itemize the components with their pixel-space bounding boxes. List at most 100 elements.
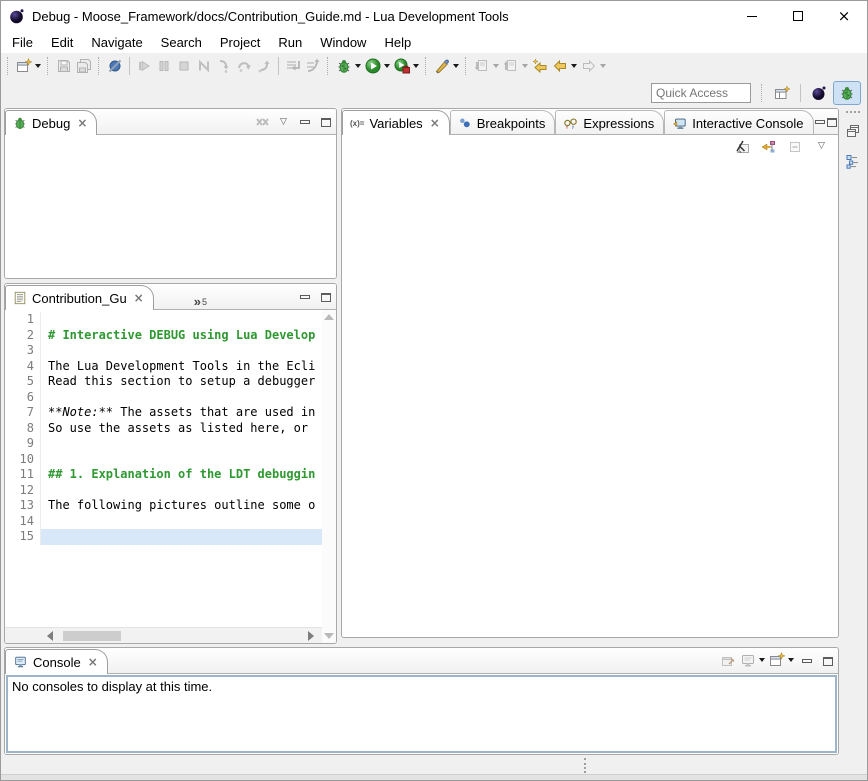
forward-dropdown[interactable] <box>600 64 606 68</box>
line-content[interactable]: # Interactive DEBUG using Lua Develop <box>41 328 322 344</box>
save-button[interactable] <box>54 55 74 77</box>
external-tools-dropdown[interactable] <box>413 64 419 68</box>
save-all-button[interactable] <box>74 55 94 77</box>
menu-item-edit[interactable]: Edit <box>42 33 82 52</box>
variables-view-menu-button[interactable]: ▽ <box>811 136 832 156</box>
debug-perspective-button[interactable] <box>833 81 861 105</box>
display-selected-console-button[interactable] <box>738 649 767 671</box>
tab-close-icon[interactable]: × <box>134 292 144 304</box>
line-content[interactable]: The Lua Development Tools in the Ecli <box>41 359 322 375</box>
line-content[interactable]: Read this section to setup a debugger <box>41 374 322 390</box>
use-step-filters-button[interactable] <box>303 55 323 77</box>
line-content[interactable] <box>41 312 322 328</box>
console-maximize-button[interactable] <box>817 651 838 671</box>
scroll-down-icon[interactable] <box>324 633 334 639</box>
debug-view-menu-button[interactable]: ▽ <box>273 112 294 132</box>
debug-view-content[interactable] <box>5 135 336 278</box>
variables-view-content[interactable] <box>342 159 838 637</box>
next-annotation-dropdown[interactable] <box>493 64 499 68</box>
debug-button[interactable] <box>334 55 363 77</box>
disconnect-button[interactable] <box>194 55 214 77</box>
forward-button[interactable] <box>579 55 608 77</box>
strip-drag-handle[interactable] <box>846 111 860 113</box>
display-selected-console-dropdown[interactable] <box>759 658 765 662</box>
line-content[interactable] <box>41 436 322 452</box>
tab-close-icon[interactable]: × <box>77 117 87 129</box>
open-task-button[interactable] <box>432 55 461 77</box>
debug-view-minimize-button[interactable] <box>294 112 315 132</box>
line-content[interactable] <box>41 390 322 406</box>
new-wizard-button[interactable] <box>14 55 43 77</box>
line-content[interactable] <box>41 514 322 530</box>
line-content[interactable] <box>41 483 322 499</box>
drop-to-frame-button[interactable] <box>283 55 303 77</box>
previous-annotation-dropdown[interactable] <box>522 64 528 68</box>
console-minimize-button[interactable] <box>796 651 817 671</box>
remove-all-terminated-button[interactable] <box>252 112 273 132</box>
current-line-content[interactable] <box>41 529 322 545</box>
tab-interactive-console[interactable]: Interactive Console <box>664 110 813 135</box>
line-content[interactable] <box>41 452 322 468</box>
open-console-button[interactable] <box>767 649 796 671</box>
open-console-dropdown[interactable] <box>788 658 794 662</box>
run-dropdown[interactable] <box>384 64 390 68</box>
step-return-button[interactable] <box>254 55 274 77</box>
variables-maximize-button[interactable] <box>826 112 838 132</box>
next-annotation-button[interactable] <box>472 55 501 77</box>
back-dropdown[interactable] <box>571 64 577 68</box>
new-wizard-dropdown[interactable] <box>35 64 41 68</box>
window-minimize-button[interactable] <box>729 1 775 31</box>
tab-close-icon[interactable]: × <box>88 656 98 668</box>
editor-minimize-button[interactable] <box>294 287 315 307</box>
suspend-button[interactable] <box>154 55 174 77</box>
line-content[interactable]: So use the assets as listed here, or <box>41 421 322 437</box>
tab-contribution-guide[interactable]: Contribution_Gu × <box>5 285 154 310</box>
horizontal-scroll-thumb[interactable] <box>63 631 121 641</box>
outline-view-button[interactable] <box>842 151 863 171</box>
restore-view-button[interactable] <box>842 121 863 141</box>
debug-dropdown[interactable] <box>355 64 361 68</box>
menu-item-navigate[interactable]: Navigate <box>82 33 151 52</box>
tab-debug[interactable]: Debug × <box>5 110 97 135</box>
menu-item-help[interactable]: Help <box>375 33 420 52</box>
open-task-dropdown[interactable] <box>453 64 459 68</box>
collapse-all-button[interactable] <box>785 136 805 158</box>
line-content[interactable]: **Note:** The assets that are used in <box>41 405 322 421</box>
line-content[interactable]: ## 1. Explanation of the LDT debuggin <box>41 467 322 483</box>
editor-horizontal-scrollbar[interactable] <box>5 627 322 643</box>
tab-close-icon[interactable]: × <box>430 117 440 129</box>
tab-console[interactable]: Console × <box>5 649 108 674</box>
open-perspective-button[interactable] <box>768 81 796 105</box>
skip-all-breakpoints-button[interactable] <box>105 55 125 77</box>
variables-minimize-button[interactable] <box>814 112 826 132</box>
editor-vertical-scrollbar[interactable] <box>322 310 336 643</box>
pin-console-button[interactable] <box>717 651 738 671</box>
scroll-right-icon[interactable] <box>308 631 314 641</box>
run-button[interactable] <box>363 55 392 77</box>
terminate-button[interactable] <box>174 55 194 77</box>
menu-item-project[interactable]: Project <box>211 33 269 52</box>
menu-item-run[interactable]: Run <box>269 33 311 52</box>
previous-annotation-button[interactable] <box>501 55 530 77</box>
last-edit-location-button[interactable] <box>530 55 550 77</box>
tab-expressions[interactable]: xy Expressions <box>555 110 664 135</box>
scroll-left-icon[interactable] <box>47 631 53 641</box>
step-into-button[interactable] <box>214 55 234 77</box>
step-over-button[interactable] <box>234 55 254 77</box>
debug-view-maximize-button[interactable] <box>315 112 336 132</box>
quick-access-input[interactable] <box>651 83 751 103</box>
window-maximize-button[interactable] <box>775 1 821 31</box>
editor-maximize-button[interactable] <box>315 287 336 307</box>
back-button[interactable] <box>550 55 579 77</box>
line-content[interactable] <box>41 343 322 359</box>
show-type-names-button[interactable] <box>733 136 753 158</box>
scroll-up-icon[interactable] <box>324 314 334 320</box>
window-close-button[interactable]: × <box>821 1 867 31</box>
menu-item-window[interactable]: Window <box>311 33 375 52</box>
external-tools-button[interactable] <box>392 55 421 77</box>
console-message-area[interactable]: No consoles to display at this time. <box>6 675 837 753</box>
tab-variables[interactable]: (x)= Variables × <box>342 110 450 135</box>
menu-item-search[interactable]: Search <box>152 33 211 52</box>
hidden-editors-chevron[interactable]: »5 <box>194 294 207 309</box>
line-content[interactable]: The following pictures outline some o <box>41 498 322 514</box>
